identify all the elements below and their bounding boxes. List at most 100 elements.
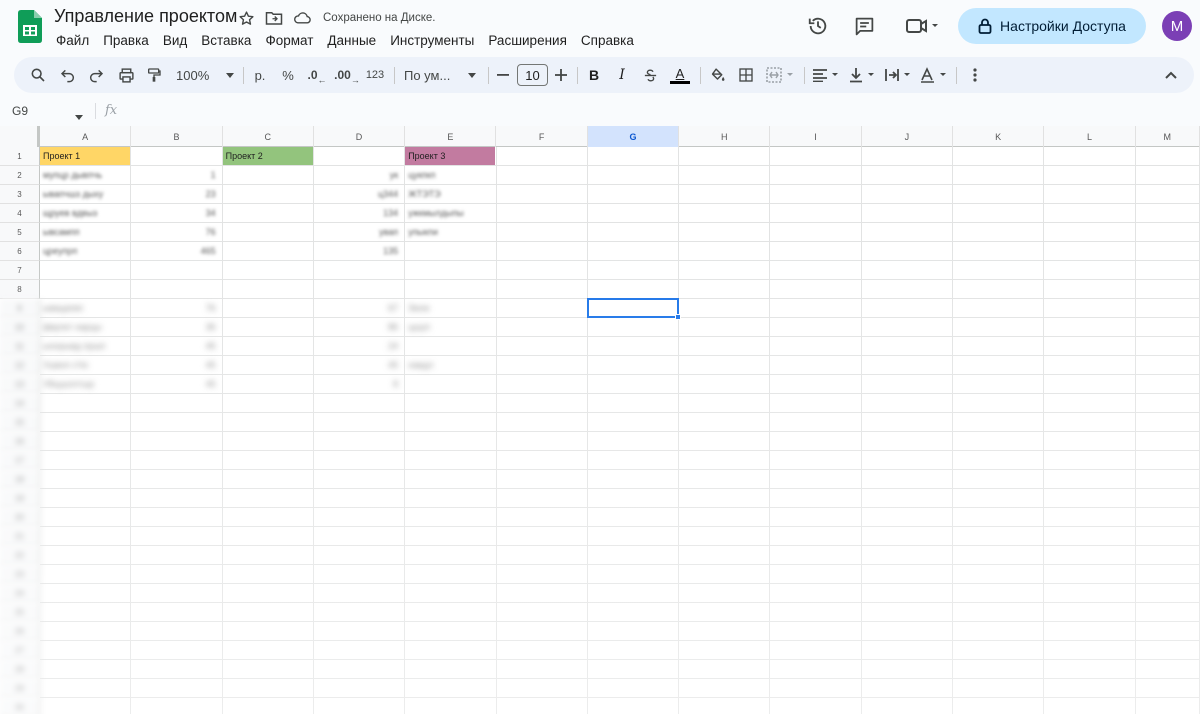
row-header-14[interactable]: 14 bbox=[0, 394, 40, 413]
chevron-down-icon[interactable] bbox=[75, 107, 83, 125]
decrease-decimal-button[interactable]: .0 ← bbox=[304, 57, 330, 93]
cell-a3[interactable]: ывапчшз дыху bbox=[40, 185, 130, 203]
row-header-20[interactable]: 20 bbox=[0, 508, 40, 527]
column-header-f[interactable]: F bbox=[497, 126, 588, 147]
cell-a9[interactable]: ывацапкп bbox=[40, 299, 130, 317]
cell-d10[interactable]: 86 bbox=[314, 318, 404, 336]
cell-e4[interactable]: ужкмылдыпы bbox=[405, 204, 495, 222]
strikethrough-icon[interactable] bbox=[640, 57, 660, 93]
text-wrapping-icon[interactable] bbox=[882, 57, 914, 93]
sheets-logo-icon[interactable] bbox=[18, 10, 42, 43]
meet-video-icon[interactable] bbox=[900, 8, 944, 44]
cell-d11[interactable]: 24 bbox=[314, 337, 404, 355]
active-cell-selection[interactable] bbox=[586, 298, 680, 318]
row-header-7[interactable]: 7 bbox=[0, 261, 40, 280]
merge-cells-icon[interactable] bbox=[764, 57, 798, 93]
version-history-icon[interactable] bbox=[800, 8, 836, 44]
more-options-icon[interactable] bbox=[964, 57, 986, 93]
column-header-k[interactable]: K bbox=[953, 126, 1045, 147]
increase-decimal-button[interactable]: .00 → bbox=[334, 57, 360, 93]
more-formats-button[interactable]: 123 bbox=[363, 57, 387, 93]
cell-d12[interactable]: 45 bbox=[314, 356, 404, 374]
column-header-h[interactable]: H bbox=[679, 126, 771, 147]
row-header-15[interactable]: 15 bbox=[0, 413, 40, 432]
row-header-8[interactable]: 8 bbox=[0, 280, 40, 299]
text-color-button[interactable]: A bbox=[668, 57, 692, 93]
comments-icon[interactable] bbox=[846, 8, 882, 44]
column-header-a[interactable]: A bbox=[40, 126, 132, 147]
cell-a6[interactable]: цреупрп bbox=[40, 242, 130, 260]
column-header-g[interactable]: G bbox=[587, 126, 680, 147]
cell-d13[interactable]: 8 bbox=[314, 375, 404, 393]
paint-format-icon[interactable] bbox=[142, 57, 166, 93]
font-size-input[interactable]: 10 bbox=[517, 64, 548, 86]
cell-e1[interactable]: Проект 3 bbox=[405, 147, 496, 165]
cell-d6[interactable]: 135 bbox=[314, 242, 404, 260]
cell-b11[interactable]: 45 bbox=[131, 337, 221, 355]
cell-b4[interactable]: 34 bbox=[131, 204, 221, 222]
cell-e3[interactable]: ЖТЭТЭ bbox=[405, 185, 495, 203]
font-family-select[interactable]: По ум... bbox=[402, 57, 478, 93]
name-box[interactable]: G9 bbox=[12, 104, 28, 118]
menu-view[interactable]: Вид bbox=[156, 31, 194, 50]
decrease-font-size-button[interactable] bbox=[494, 57, 512, 93]
row-header-4[interactable]: 4 bbox=[0, 204, 40, 223]
column-header-b[interactable]: B bbox=[131, 126, 223, 147]
row-header-17[interactable]: 17 bbox=[0, 451, 40, 470]
cell-d4[interactable]: 134 bbox=[314, 204, 404, 222]
menu-data[interactable]: Данные bbox=[320, 31, 383, 50]
row-header-22[interactable]: 22 bbox=[0, 546, 40, 565]
undo-icon[interactable] bbox=[56, 57, 80, 93]
row-header-29[interactable]: 29 bbox=[0, 679, 40, 698]
fill-handle[interactable] bbox=[675, 314, 682, 320]
italic-button[interactable]: I bbox=[612, 57, 632, 93]
cloud-saved-icon[interactable] bbox=[293, 9, 311, 27]
cell-a12[interactable]: Ушвоп сЧо bbox=[40, 356, 130, 374]
row-header-24[interactable]: 24 bbox=[0, 584, 40, 603]
row-header-11[interactable]: 11 bbox=[0, 337, 40, 356]
cell-e9[interactable]: Зюнк bbox=[405, 299, 495, 317]
cell-a11[interactable]: ыоорывд пршп bbox=[40, 337, 130, 355]
column-header-j[interactable]: J bbox=[862, 126, 953, 147]
row-header-9[interactable]: 9 bbox=[0, 299, 40, 318]
cell-e2[interactable]: цукпкп bbox=[405, 166, 495, 184]
cell-b9[interactable]: 76 bbox=[131, 299, 221, 317]
star-icon[interactable] bbox=[237, 9, 255, 27]
text-rotation-icon[interactable] bbox=[918, 57, 950, 93]
menu-extensions[interactable]: Расширения bbox=[481, 31, 574, 50]
row-header-10[interactable]: 10 bbox=[0, 318, 40, 337]
cell-b5[interactable]: 76 bbox=[131, 223, 221, 241]
row-header-16[interactable]: 16 bbox=[0, 432, 40, 451]
row-header-25[interactable]: 25 bbox=[0, 603, 40, 622]
cell-d9[interactable]: 67 bbox=[314, 299, 404, 317]
menu-file[interactable]: Файл bbox=[49, 31, 96, 50]
column-header-m[interactable]: M bbox=[1136, 126, 1200, 147]
cell-c1[interactable]: Проект 2 bbox=[222, 147, 313, 165]
cell-e10[interactable]: цшуп bbox=[405, 318, 495, 336]
print-icon[interactable] bbox=[114, 57, 138, 93]
cell-b13[interactable]: 45 bbox=[131, 375, 221, 393]
account-avatar[interactable]: M bbox=[1162, 11, 1192, 41]
row-header-23[interactable]: 23 bbox=[0, 565, 40, 584]
menu-help[interactable]: Справка bbox=[574, 31, 641, 50]
select-all-corner[interactable] bbox=[0, 126, 40, 147]
menu-tools[interactable]: Инструменты bbox=[383, 31, 481, 50]
cell-b6[interactable]: 465 bbox=[131, 242, 221, 260]
column-header-i[interactable]: I bbox=[770, 126, 862, 147]
row-header-18[interactable]: 18 bbox=[0, 470, 40, 489]
vertical-align-icon[interactable] bbox=[846, 57, 878, 93]
row-header-21[interactable]: 21 bbox=[0, 527, 40, 546]
cell-e12[interactable]: навдл bbox=[405, 356, 495, 374]
cell-d2[interactable]: ук bbox=[314, 166, 404, 184]
redo-icon[interactable] bbox=[84, 57, 108, 93]
share-button[interactable]: Настройки Доступа bbox=[958, 8, 1146, 44]
row-header-30[interactable]: 30 bbox=[0, 698, 40, 714]
menu-edit[interactable]: Правка bbox=[96, 31, 156, 50]
bold-button[interactable]: B bbox=[584, 57, 604, 93]
cell-b12[interactable]: 45 bbox=[131, 356, 221, 374]
row-header-28[interactable]: 28 bbox=[0, 660, 40, 679]
column-header-d[interactable]: D bbox=[314, 126, 406, 147]
cell-a2[interactable]: мупцр дывпчь bbox=[40, 166, 130, 184]
row-header-19[interactable]: 19 bbox=[0, 489, 40, 508]
cell-b10[interactable]: 36 bbox=[131, 318, 221, 336]
